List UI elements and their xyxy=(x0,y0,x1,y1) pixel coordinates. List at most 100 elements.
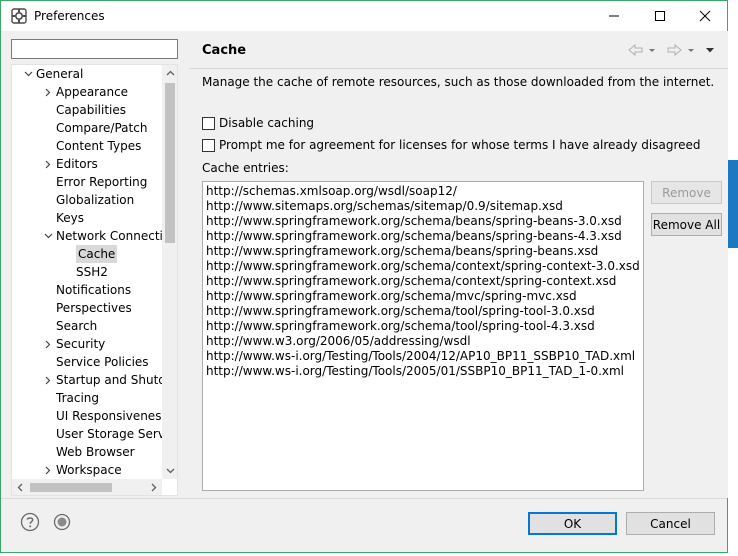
filter-input[interactable] xyxy=(11,39,178,59)
cache-entry[interactable]: http://www.springframework.org/schema/to… xyxy=(206,304,640,319)
forward-arrow-icon[interactable] xyxy=(667,43,682,57)
tree-item-label: Error Reporting xyxy=(56,175,148,189)
tree-item[interactable]: User Storage Service xyxy=(12,425,162,443)
page-navigation xyxy=(626,41,718,59)
tree-item[interactable]: Notifications xyxy=(12,281,162,299)
tree-item[interactable]: Startup and Shutdown xyxy=(12,371,162,389)
cache-entry[interactable]: http://www.springframework.org/schema/be… xyxy=(206,244,640,259)
tree-item-label: Security xyxy=(56,337,106,351)
cache-entry[interactable]: http://www.sitemaps.org/schemas/sitemap/… xyxy=(206,199,640,214)
prompt-license-option[interactable]: Prompt me for agreement for licenses for… xyxy=(202,137,701,153)
tree-expanded-chevron-icon[interactable] xyxy=(42,227,54,245)
tree-collapsed-chevron-icon[interactable] xyxy=(42,461,54,479)
cache-entry[interactable]: http://www.ws-i.org/Testing/Tools/2004/1… xyxy=(206,349,640,364)
tree-item[interactable]: Network Connection xyxy=(12,227,162,245)
tree-item[interactable]: Editors xyxy=(12,155,162,173)
tree-expanded-chevron-icon[interactable] xyxy=(22,65,34,83)
tree-viewport: General Appearance Capabilities Compare/Pat… xyxy=(12,65,162,479)
tree-item[interactable]: Service Policies xyxy=(12,353,162,371)
preferences-dialog: Preferences General Appearance Capabilitie… xyxy=(0,0,728,553)
scroll-down-icon[interactable] xyxy=(162,463,177,479)
tree-vertical-scroll-thumb[interactable] xyxy=(165,83,175,243)
tree-item[interactable]: UI Responsiveness Monitoring xyxy=(12,407,162,425)
cache-entry[interactable]: http://www.springframework.org/schema/be… xyxy=(206,229,640,244)
tree-item[interactable]: Workspace xyxy=(12,461,162,479)
maximize-icon xyxy=(655,11,665,21)
tree-collapsed-chevron-icon[interactable] xyxy=(42,335,54,353)
tree-horizontal-scroll-thumb[interactable] xyxy=(30,483,112,492)
tree-item-label: General xyxy=(36,67,84,81)
remove-button[interactable]: Remove xyxy=(651,181,722,204)
page-description: Manage the cache of remote resources, su… xyxy=(202,75,715,89)
cancel-button[interactable]: Cancel xyxy=(626,512,715,535)
close-button[interactable] xyxy=(682,1,728,31)
tree-item-label: Web Browser xyxy=(56,445,135,459)
remove-all-button[interactable]: Remove All xyxy=(651,213,722,236)
tree-item[interactable]: Search xyxy=(12,317,162,335)
help-icon[interactable] xyxy=(20,512,40,532)
view-menu-icon[interactable] xyxy=(706,48,714,53)
tree-item-label: Workspace xyxy=(56,463,122,477)
tree-item-label: User Storage Service xyxy=(56,427,162,441)
background-app-right xyxy=(728,0,738,556)
tree-item[interactable]: General xyxy=(12,65,162,83)
tree-collapsed-chevron-icon[interactable] xyxy=(42,155,54,173)
back-menu-chevron-icon[interactable] xyxy=(649,49,655,52)
cache-entry[interactable]: http://www.springframework.org/schema/to… xyxy=(206,319,640,334)
prompt-license-label: Prompt me for agreement for licenses for… xyxy=(219,138,701,152)
tree-item[interactable]: Keys xyxy=(12,209,162,227)
minimize-button[interactable] xyxy=(591,1,637,31)
scroll-right-icon[interactable] xyxy=(146,479,162,495)
import-export-preferences-icon[interactable] xyxy=(53,513,71,531)
tree-item[interactable]: Error Reporting xyxy=(12,173,162,191)
tree-item[interactable]: Perspectives xyxy=(12,299,162,317)
tree-item-label: Compare/Patch xyxy=(56,121,148,135)
eclipse-app-icon xyxy=(11,8,27,24)
tree-item-label: Capabilities xyxy=(56,103,126,117)
tree-item-label: Cache xyxy=(76,245,118,263)
tree-item[interactable]: Capabilities xyxy=(12,101,162,119)
cache-entry[interactable]: http://schemas.xmlsoap.org/wsdl/soap12/ xyxy=(206,184,640,199)
page-title-separator xyxy=(189,68,728,69)
preferences-tree: General Appearance Capabilities Compare/Pat… xyxy=(11,64,178,496)
scroll-left-icon[interactable] xyxy=(12,479,28,495)
tree-item-label: Notifications xyxy=(56,283,132,297)
background-app-right-highlight xyxy=(728,160,738,248)
tree-collapsed-chevron-icon[interactable] xyxy=(42,83,54,101)
tree-item-label: Perspectives xyxy=(56,301,132,315)
title-bar[interactable]: Preferences xyxy=(1,1,727,31)
back-arrow-icon[interactable] xyxy=(628,43,643,57)
disable-caching-checkbox[interactable] xyxy=(202,116,215,130)
tree-item-label: Tracing xyxy=(56,391,100,405)
scroll-up-icon[interactable] xyxy=(162,65,177,81)
ok-button[interactable]: OK xyxy=(528,512,617,535)
tree-item[interactable]: Globalization xyxy=(12,191,162,209)
tree-item[interactable]: Appearance xyxy=(12,83,162,101)
cache-entry[interactable]: http://www.springframework.org/schema/be… xyxy=(206,214,640,229)
tree-horizontal-scrollbar[interactable] xyxy=(12,479,162,495)
forward-menu-chevron-icon[interactable] xyxy=(688,49,694,52)
cache-entry[interactable]: http://www.ws-i.org/Testing/Tools/2005/0… xyxy=(206,364,640,379)
tree-item-label: UI Responsiveness Monitoring xyxy=(56,409,162,423)
prompt-license-checkbox[interactable] xyxy=(202,138,215,152)
tree-item-label: Service Policies xyxy=(56,355,149,369)
minimize-icon xyxy=(609,15,619,17)
tree-item[interactable]: Security xyxy=(12,335,162,353)
cache-entries-list[interactable]: http://schemas.xmlsoap.org/wsdl/soap12/h… xyxy=(202,181,644,491)
tree-collapsed-chevron-icon[interactable] xyxy=(42,371,54,389)
tree-item-label: Startup and Shutdown xyxy=(56,373,162,387)
cache-entry[interactable]: http://www.w3.org/2006/05/addressing/wsd… xyxy=(206,334,640,349)
cache-entry[interactable]: http://www.springframework.org/schema/co… xyxy=(206,274,640,289)
tree-item-label: Globalization xyxy=(56,193,135,207)
disable-caching-option[interactable]: Disable caching xyxy=(202,115,314,131)
tree-item[interactable]: Content Types xyxy=(12,137,162,155)
maximize-button[interactable] xyxy=(637,1,683,31)
tree-item[interactable]: Cache xyxy=(12,245,162,263)
tree-vertical-scrollbar[interactable] xyxy=(162,65,177,479)
cache-entry[interactable]: http://www.springframework.org/schema/co… xyxy=(206,259,640,274)
tree-item[interactable]: Tracing xyxy=(12,389,162,407)
cache-entry[interactable]: http://www.springframework.org/schema/mv… xyxy=(206,289,640,304)
tree-item[interactable]: Web Browser xyxy=(12,443,162,461)
tree-item[interactable]: SSH2 xyxy=(12,263,162,281)
tree-item[interactable]: Compare/Patch xyxy=(12,119,162,137)
